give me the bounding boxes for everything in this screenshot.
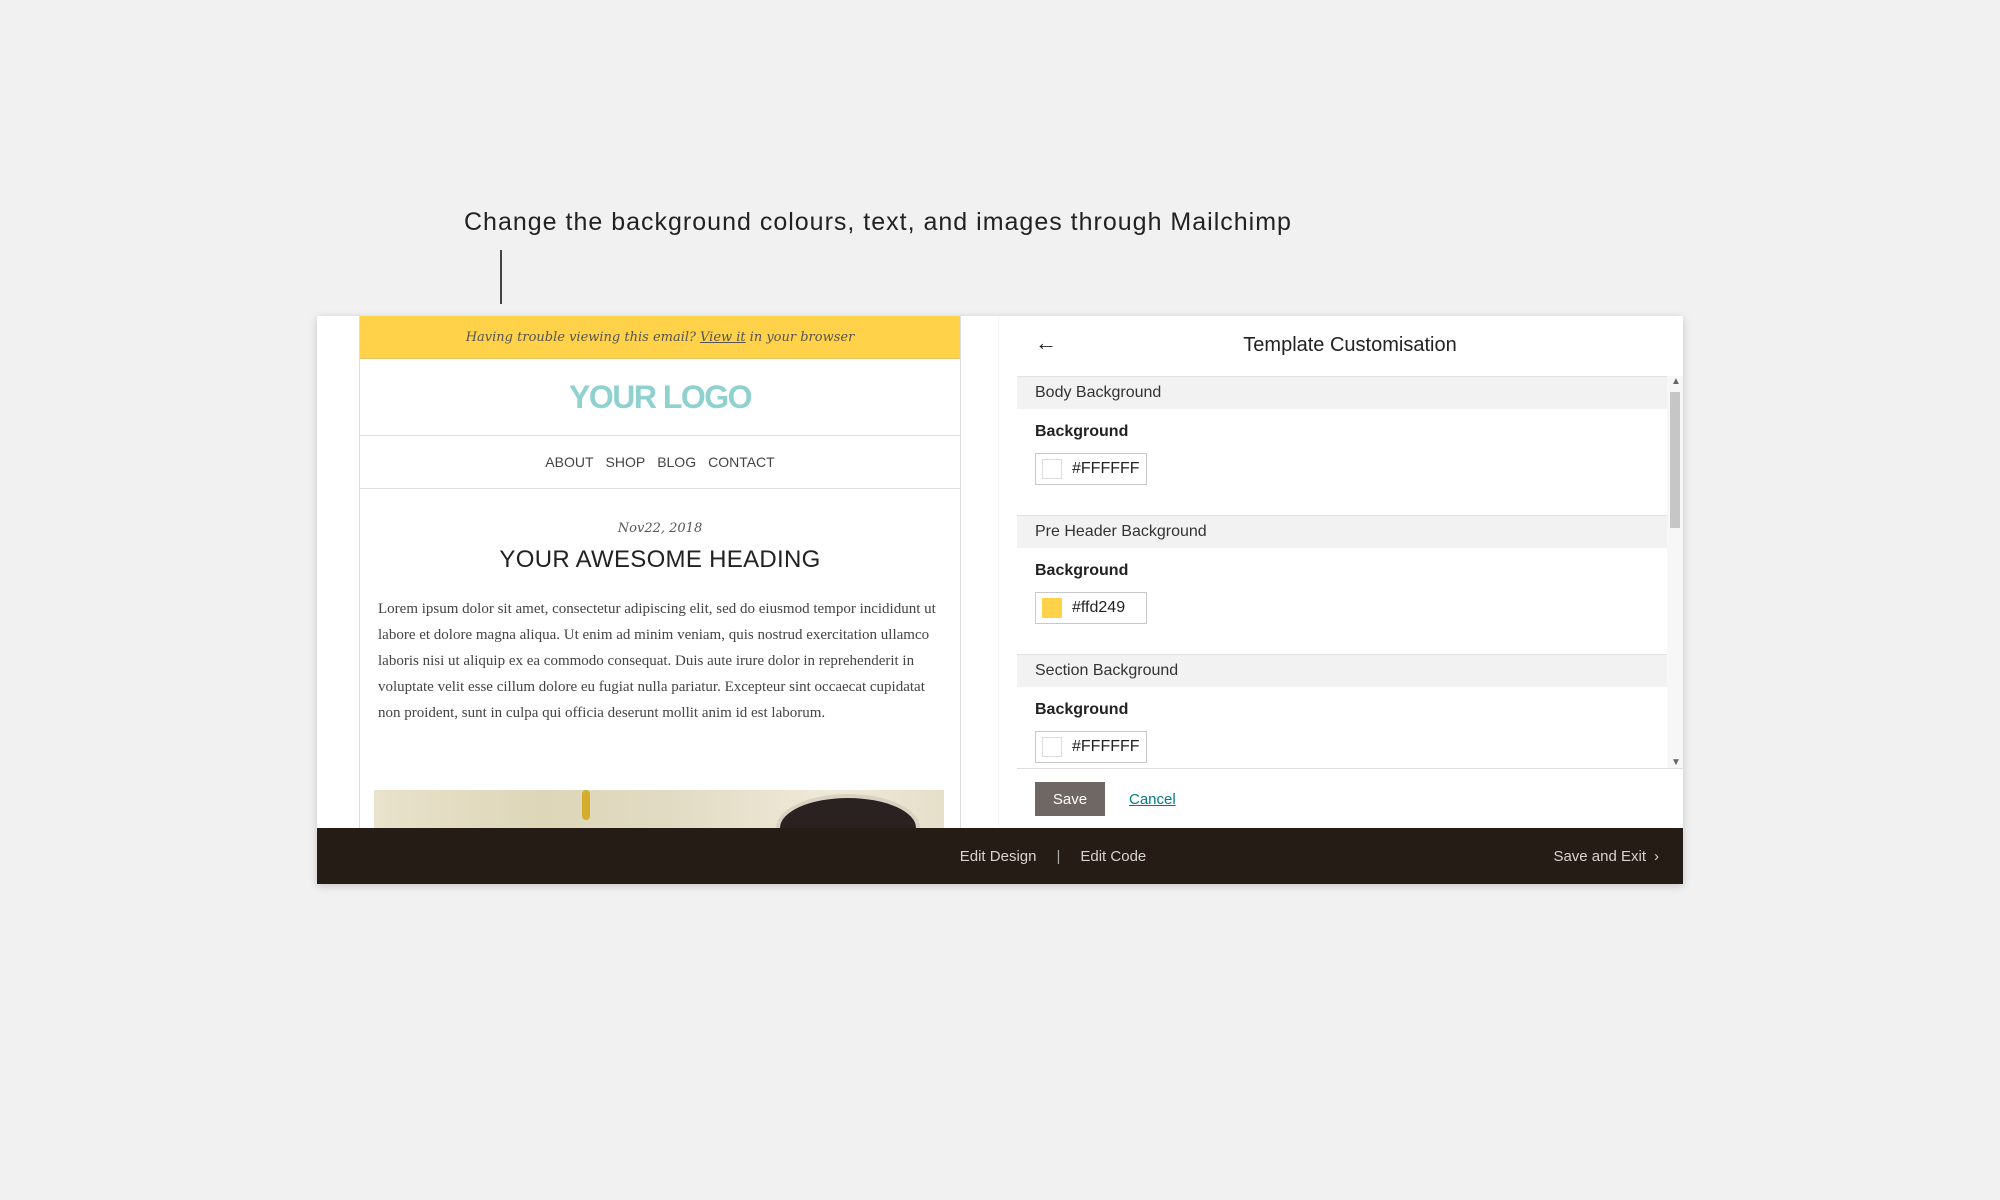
bottom-bar: Edit Design | Edit Code Save and Exit › [317, 828, 1683, 884]
save-and-exit-label[interactable]: Save and Exit [1553, 848, 1646, 865]
edit-code-link[interactable]: Edit Code [1080, 848, 1146, 865]
section-title: Pre Header Background [1017, 515, 1667, 548]
email-heading: YOUR AWESOME HEADING [499, 546, 821, 573]
image-detail [582, 790, 590, 820]
email-body-text: Lorem ipsum dolor sit amet, consectetur … [378, 601, 936, 721]
section-preheader-background: Pre Header Background Background #ffd249 [1017, 515, 1667, 654]
email-preview: Having trouble viewing this email? View … [317, 316, 999, 828]
color-value[interactable]: #FFFFFF [1072, 460, 1140, 478]
color-swatch[interactable] [1042, 737, 1062, 757]
body-background-color-field[interactable]: #FFFFFF [1035, 453, 1147, 485]
preheader-text: Having trouble viewing this email? [465, 329, 696, 345]
preheader-text-end: in your browser [749, 329, 855, 345]
section-title: Body Background [1017, 376, 1667, 409]
editor-mode-switch: Edit Design | Edit Code [317, 828, 1683, 884]
color-value[interactable]: #FFFFFF [1072, 738, 1140, 756]
email-nav: ABOUT SHOP BLOG CONTACT [360, 436, 960, 489]
panel-scroll-thumb[interactable] [1670, 392, 1680, 528]
hero-image [374, 790, 944, 828]
color-swatch[interactable] [1042, 598, 1062, 618]
field-label: Background [1035, 701, 1129, 718]
edit-design-link[interactable]: Edit Design [960, 848, 1037, 865]
color-swatch[interactable] [1042, 459, 1062, 479]
panel-footer: Save Cancel [1017, 768, 1683, 829]
section-section-background: Section Background Background #FFFFFF [1017, 654, 1667, 768]
color-value[interactable]: #ffd249 [1072, 599, 1125, 617]
nav-blog[interactable]: BLOG [657, 454, 696, 470]
scroll-up-icon[interactable]: ▲ [1671, 376, 1681, 387]
logo: YOUR LOGO [568, 378, 753, 415]
callout-text: Change the background colours, text, and… [464, 208, 1292, 236]
field-label: Background [1035, 423, 1129, 440]
post-date: Nov22, 2018 [617, 521, 703, 536]
callout-line [500, 250, 502, 304]
separator: | [1056, 847, 1061, 865]
panel-header: ← Template Customisation [1017, 316, 1683, 377]
section-title: Section Background [1017, 654, 1667, 687]
panel-scrollbar[interactable]: ▲ ▼ [1667, 376, 1683, 768]
preheader-background-color-field[interactable]: #ffd249 [1035, 592, 1147, 624]
chevron-right-icon: › [1654, 847, 1659, 865]
save-and-exit-button[interactable]: Save and Exit › [1553, 828, 1659, 884]
editor-window: Having trouble viewing this email? View … [317, 316, 1683, 884]
save-button[interactable]: Save [1035, 782, 1105, 816]
panel-body: Body Background Background #FFFFFF Pre H… [1017, 376, 1667, 768]
section-body-background: Body Background Background #FFFFFF [1017, 376, 1667, 515]
section-background-color-field[interactable]: #FFFFFF [1035, 731, 1147, 763]
nav-contact[interactable]: CONTACT [708, 454, 775, 470]
preview-scrollbar[interactable]: ▲ ▼ [998, 316, 999, 828]
coffee-cup-image [776, 794, 920, 828]
customisation-panel: ← Template Customisation Body Background… [1017, 316, 1683, 828]
panel-title: Template Customisation [1243, 334, 1457, 356]
email-content: Nov22, 2018 YOUR AWESOME HEADING Lorem i… [360, 489, 960, 726]
email-body: Having trouble viewing this email? View … [359, 316, 961, 828]
nav-about[interactable]: ABOUT [545, 454, 593, 470]
view-in-browser-link[interactable]: View it [700, 330, 746, 345]
field-label: Background [1035, 562, 1129, 579]
logo-row: YOUR LOGO [360, 359, 960, 436]
cancel-link[interactable]: Cancel [1129, 791, 1176, 808]
preheader: Having trouble viewing this email? View … [360, 316, 960, 359]
nav-shop[interactable]: SHOP [606, 454, 646, 470]
scroll-down-icon[interactable]: ▼ [1671, 757, 1681, 768]
